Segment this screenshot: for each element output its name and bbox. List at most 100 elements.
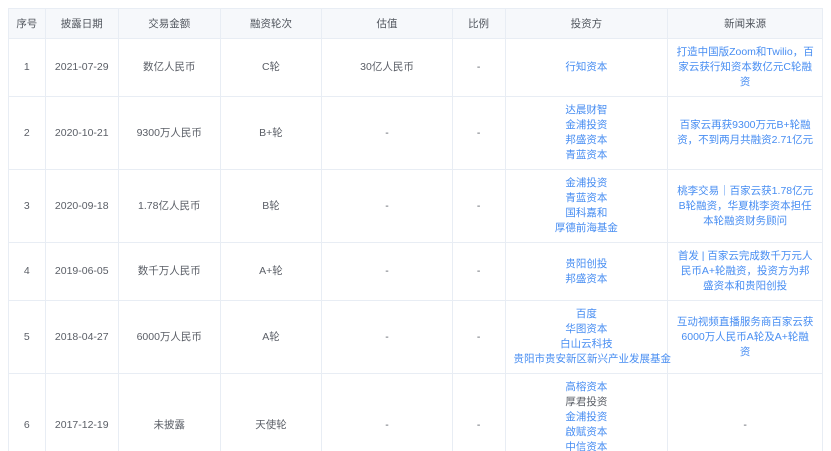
cell-investors: 达晨财智金浦投资邦盛资本青蓝资本: [504, 96, 669, 170]
news-link[interactable]: 桃李交易｜百家云获1.78亿元B轮融资，华夏桃李资本担任本轮融资财务顾问: [677, 185, 813, 227]
column-header-valuation: 估值: [321, 8, 453, 39]
cell-amount: 6000万人民币: [117, 300, 221, 374]
investor-link[interactable]: 贵阳市贵安新区新兴产业发展基金: [514, 353, 672, 365]
cell-ratio: -: [451, 96, 506, 170]
cell-news: 首发 | 百家云完成数千万元人民币A+轮融资，投资方为邦盛资本和贵阳创投: [667, 242, 823, 301]
cell-amount: 1.78亿人民币: [117, 169, 221, 243]
column-header-investors: 投资方: [504, 8, 669, 39]
investor-line: 贵阳创投: [514, 257, 660, 272]
investor-line: 高榕资本: [514, 380, 660, 395]
investor-link[interactable]: 邦盛资本: [565, 273, 607, 285]
investor-line: 华图资本: [514, 322, 660, 337]
investor-link[interactable]: 中信资本: [565, 441, 607, 451]
cell-date: 2019-06-05: [44, 242, 119, 301]
cell-date: 2020-09-18: [44, 169, 119, 243]
cell-ratio: -: [451, 38, 506, 97]
news-link[interactable]: 百家云再获9300万元B+轮融资，不到两月共融资2.71亿元: [677, 119, 813, 146]
investor-line: 青蓝资本: [514, 148, 660, 163]
investor-line: 厚德前海基金: [514, 221, 660, 236]
cell-index: 5: [8, 300, 46, 374]
cell-date: 2017-12-19: [44, 373, 119, 451]
investor-link[interactable]: 青蓝资本: [565, 192, 607, 204]
cell-amount: 数千万人民币: [117, 242, 221, 301]
investor-link[interactable]: 厚德前海基金: [555, 222, 618, 234]
investor-line: 邦盛资本: [514, 133, 660, 148]
investor-line: 厚君投资: [514, 395, 660, 410]
funding-table: 序号 披露日期 交易金额 融资轮次 估值 比例 投资方 新闻来源 1 2021-07-29 数亿人…: [8, 8, 823, 451]
investor-line: 国科嘉和: [514, 206, 660, 221]
investor-line: 啟赋资本: [514, 425, 660, 440]
investor-link[interactable]: 国科嘉和: [565, 207, 607, 219]
column-header-ratio: 比例: [451, 8, 506, 39]
investor-line: 邦盛资本: [514, 272, 660, 287]
cell-news: 打造中国版Zoom和Twilio，百家云获行知资本数亿元C轮融资: [667, 38, 823, 97]
investor-link[interactable]: 高榕资本: [565, 381, 607, 393]
investor-link[interactable]: 达晨财智: [565, 104, 607, 116]
cell-round: A+轮: [219, 242, 323, 301]
news-link[interactable]: 互动视频直播服务商百家云获6000万人民币A轮及A+轮融资: [677, 316, 814, 358]
investor-line: 百度: [514, 307, 660, 322]
cell-round: C轮: [219, 38, 323, 97]
cell-date: 2018-04-27: [44, 300, 119, 374]
cell-round: B轮: [219, 169, 323, 243]
cell-valuation: 30亿人民币: [321, 38, 453, 97]
cell-valuation: -: [321, 373, 453, 451]
cell-amount: 9300万人民币: [117, 96, 221, 170]
table-header-row: 序号 披露日期 交易金额 融资轮次 估值 比例 投资方 新闻来源: [8, 8, 823, 39]
cell-index: 4: [8, 242, 46, 301]
column-header-news: 新闻来源: [667, 8, 823, 39]
investor-line: 金浦投资: [514, 176, 660, 191]
cell-valuation: -: [321, 300, 453, 374]
cell-investors: 高榕资本厚君投资金浦投资啟赋资本中信资本中信锦绣: [504, 373, 669, 451]
investor-link[interactable]: 啟赋资本: [565, 426, 607, 438]
cell-valuation: -: [321, 96, 453, 170]
cell-investors: 百度华图资本白山云科技贵阳市贵安新区新兴产业发展基金: [504, 300, 672, 374]
investor-line: 白山云科技: [514, 337, 660, 352]
column-header-amount: 交易金额: [117, 8, 221, 39]
table-row: 3 2020-09-18 1.78亿人民币 B轮 - - 金浦投资 青蓝资本 国科嘉和 厚德前海基…: [8, 169, 823, 243]
cell-ratio: -: [451, 300, 506, 374]
cell-index: 3: [8, 169, 46, 243]
cell-round: 天使轮: [219, 373, 323, 451]
cell-ratio: -: [451, 373, 506, 451]
investor-line: 达晨财智: [514, 103, 660, 118]
cell-index: 1: [8, 38, 46, 97]
investor-link[interactable]: 金浦投资: [565, 177, 607, 189]
investor-link[interactable]: 金浦投资: [565, 119, 607, 131]
column-header-round: 融资轮次: [219, 8, 323, 39]
cell-index: 6: [8, 373, 46, 451]
investor-link[interactable]: 华图资本: [565, 323, 607, 335]
investor-link[interactable]: 贵阳创投: [565, 258, 607, 270]
investor-line: 金浦投资: [514, 118, 660, 133]
news-link[interactable]: 首发 | 百家云完成数千万元人民币A+轮融资，投资方为邦盛资本和贵阳创投: [678, 250, 813, 292]
cell-amount: 未披露: [117, 373, 221, 451]
cell-amount: 数亿人民币: [117, 38, 221, 97]
investor-link[interactable]: 行知资本: [565, 61, 607, 73]
news-text: -: [743, 418, 747, 431]
table-row: 2 2020-10-21 9300万人民币 B+轮 - - 达晨财智 金浦投资 邦盛资本 青蓝资本…: [8, 96, 823, 170]
investor-link[interactable]: 白山云科技: [560, 338, 613, 350]
table-row: 5 2018-04-27 6000万人民币 A轮 - - 百度 华图资本 白山云科技 贵阳市贵安新…: [8, 300, 823, 374]
investor-line: 中信资本: [514, 440, 660, 451]
investor-link[interactable]: 金浦投资: [565, 411, 607, 423]
investor-link[interactable]: 青蓝资本: [565, 149, 607, 161]
investor-link[interactable]: 邦盛资本: [565, 134, 607, 146]
cell-index: 2: [8, 96, 46, 170]
cell-valuation: -: [321, 169, 453, 243]
cell-investors: 贵阳创投 邦盛资本: [504, 242, 669, 301]
investor-line: 金浦投资: [514, 410, 660, 425]
cell-ratio: -: [451, 242, 506, 301]
cell-news: 互动视频直播服务商百家云获6000万人民币A轮及A+轮融资: [667, 300, 823, 374]
investor-link[interactable]: 百度: [576, 308, 597, 320]
investor-line: 行知资本: [514, 60, 660, 75]
funding-history-page: 序号 披露日期 交易金额 融资轮次 估值 比例 投资方 新闻来源 1 2021-07-29 数亿人…: [0, 0, 831, 451]
table-row: 62017-12-19未披露天使轮--高榕资本厚君投资金浦投资啟赋资本中信资本中…: [8, 373, 823, 451]
cell-date: 2020-10-21: [44, 96, 119, 170]
column-header-index: 序号: [8, 8, 46, 39]
cell-investors: 行知资本: [504, 38, 669, 97]
table-row: 4 2019-06-05 数千万人民币 A+轮 - - 贵阳创投 邦盛资本 首发 | 百家云完成…: [8, 242, 823, 301]
investor-line: 贵阳市贵安新区新兴产业发展基金: [514, 352, 672, 367]
news-link[interactable]: 打造中国版Zoom和Twilio，百家云获行知资本数亿元C轮融资: [677, 46, 814, 88]
cell-valuation: -: [321, 242, 453, 301]
cell-round: B+轮: [219, 96, 323, 170]
